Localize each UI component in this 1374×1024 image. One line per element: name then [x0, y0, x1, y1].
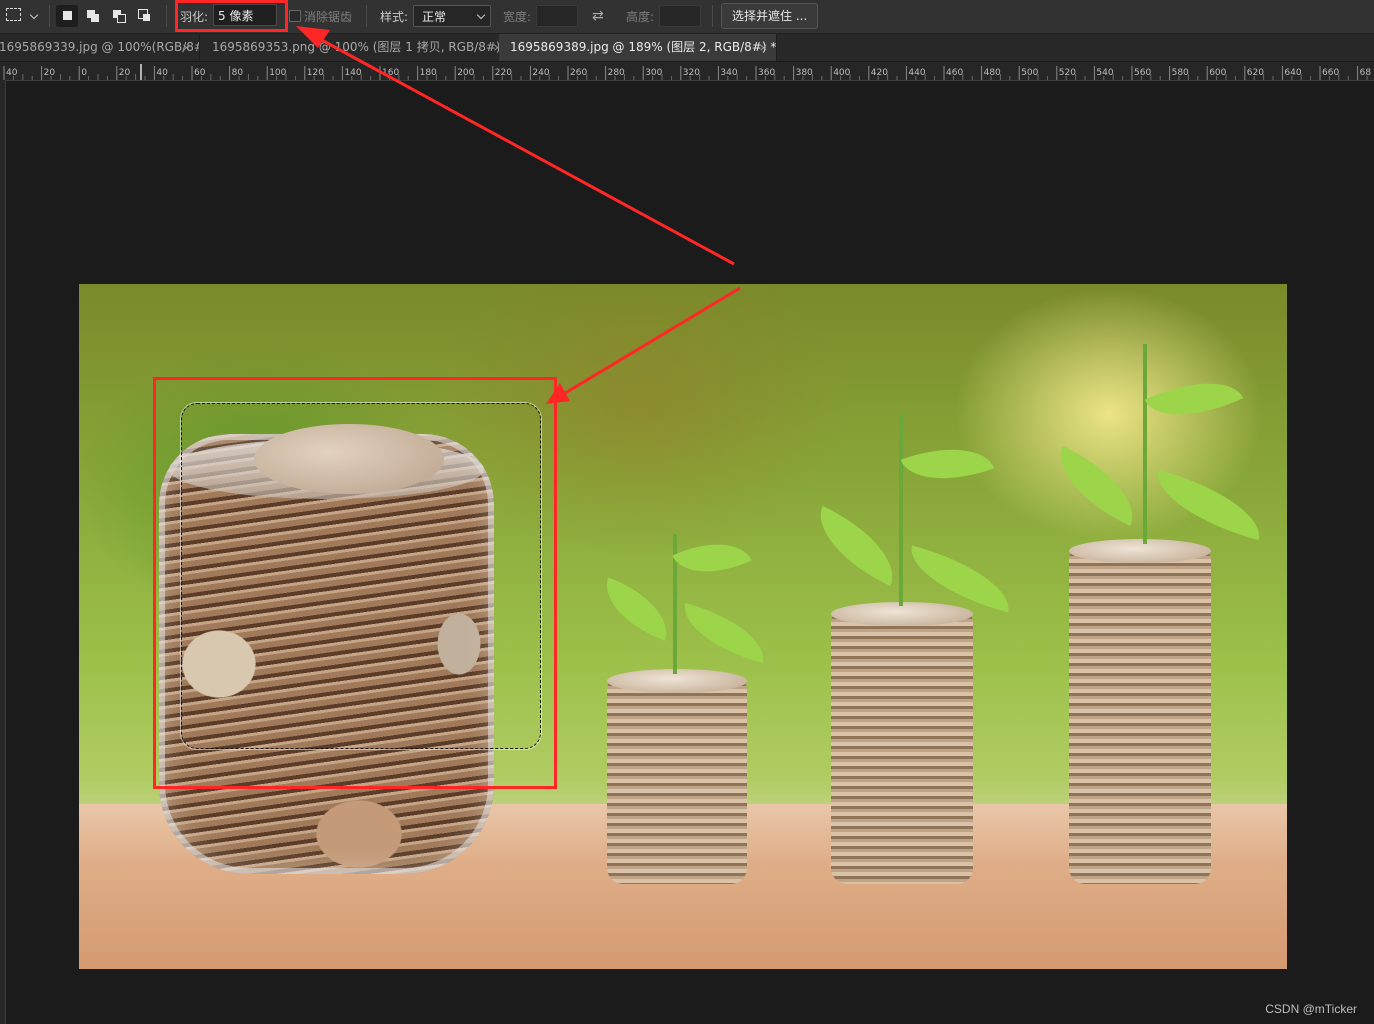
- tab-label: 1695869389.jpg @ 189% (图层 2, RGB/8#) *: [510, 40, 777, 54]
- watermark: CSDN @mTicker: [1265, 1002, 1357, 1016]
- ruler-label: 640: [1284, 68, 1301, 78]
- ruler-label: 320: [683, 68, 700, 78]
- ruler-label: 140: [344, 68, 361, 78]
- ruler-label: 460: [946, 68, 963, 78]
- ruler-label: 280: [608, 68, 625, 78]
- ruler-ticks: 40 20 0 20 40 60 80 100 120 140 160 180 200 220 240 260…: [3, 64, 1372, 80]
- plant-leaf: [1044, 445, 1149, 527]
- ruler-label: 20: [44, 68, 56, 78]
- ruler-label: 40: [156, 68, 168, 78]
- plant-stem: [899, 414, 903, 606]
- ruler-label: 400: [833, 68, 850, 78]
- ruler-label: 100: [269, 68, 286, 78]
- document-tabs: 1695869339.jpg @ 100%(RGB/8#) × 16958693…: [0, 34, 1374, 62]
- ruler-label: 68: [1360, 68, 1372, 78]
- select-and-mask-button[interactable]: 选择并遮住 ...: [721, 3, 819, 29]
- horizontal-ruler[interactable]: 40 20 0 20 40 60 80 100 120 140 160 180 200 220 240 260…: [0, 62, 1374, 81]
- ruler-label: 120: [307, 68, 324, 78]
- plant-leaf: [672, 525, 752, 591]
- new-selection-icon: [63, 11, 72, 20]
- ruler-label: 360: [758, 68, 775, 78]
- chevron-down-icon: [29, 10, 39, 20]
- coin-stack-tall: [1069, 549, 1211, 884]
- height-input[interactable]: [659, 5, 701, 27]
- ruler-label: 0: [81, 68, 87, 78]
- tab-label: 1695869353.png @ 100% (图层 1 拷贝, RGB/8#) …: [212, 40, 511, 54]
- ruler-label: 480: [984, 68, 1001, 78]
- ruler-label: 220: [495, 68, 512, 78]
- ruler-label: 520: [1059, 68, 1076, 78]
- ruler-label: 420: [871, 68, 888, 78]
- chevron-down-icon: [476, 10, 486, 20]
- ruler-label: 380: [796, 68, 813, 78]
- ruler-label: 160: [382, 68, 399, 78]
- swap-dimensions-icon[interactable]: ⇄: [592, 8, 604, 24]
- tab-document-3[interactable]: 1695869389.jpg @ 189% (图层 2, RGB/8#) * ×: [499, 34, 777, 61]
- antialias-checkbox[interactable]: [289, 10, 301, 22]
- width-input[interactable]: [536, 5, 578, 27]
- rectangular-marquee-icon: [6, 8, 21, 21]
- style-select-value: 正常: [422, 10, 447, 24]
- ruler-label: 500: [1021, 68, 1038, 78]
- tool-preset-picker[interactable]: [4, 6, 42, 26]
- ruler-label: 180: [420, 68, 437, 78]
- tab-document-1[interactable]: 1695869339.jpg @ 100%(RGB/8#) ×: [0, 34, 200, 61]
- ruler-label: 340: [720, 68, 737, 78]
- ruler-label: 60: [194, 68, 206, 78]
- coin-stack-top: [607, 669, 747, 693]
- ruler-label: 260: [570, 68, 587, 78]
- selection-highlight-box: [153, 377, 557, 789]
- coin-stack-top: [1069, 539, 1211, 563]
- ruler-label: 20: [119, 68, 131, 78]
- ruler-label: 620: [1247, 68, 1264, 78]
- width-label: 宽度:: [503, 10, 532, 24]
- plant-leaf: [1147, 469, 1270, 541]
- ruler-label: 200: [457, 68, 474, 78]
- add-to-selection-button[interactable]: [82, 5, 104, 27]
- subtract-from-selection-button[interactable]: [108, 5, 130, 27]
- ruler-label: 40: [6, 68, 18, 78]
- close-icon[interactable]: ×: [759, 34, 768, 61]
- ruler-label: 580: [1172, 68, 1189, 78]
- intersect-selection-button[interactable]: [134, 5, 156, 27]
- divider: [366, 5, 367, 27]
- divider: [49, 5, 50, 27]
- tab-label: 1695869339.jpg @ 100%(RGB/8#): [0, 40, 200, 54]
- plant-stem: [1143, 344, 1147, 544]
- ruler-label: 240: [532, 68, 549, 78]
- ruler-label: 540: [1096, 68, 1113, 78]
- ruler-label: 300: [645, 68, 662, 78]
- plant-leaf: [675, 603, 773, 663]
- style-label: 样式:: [380, 10, 409, 24]
- style-select[interactable]: 正常: [413, 5, 491, 27]
- plant-leaf: [1144, 361, 1244, 437]
- divider: [712, 5, 713, 27]
- ruler-label: 560: [1134, 68, 1151, 78]
- tab-document-2[interactable]: 1695869353.png @ 100% (图层 1 拷贝, RGB/8#) …: [201, 34, 511, 61]
- plant-leaf: [804, 505, 909, 587]
- ruler-label: 440: [908, 68, 925, 78]
- ruler-label: 80: [232, 68, 244, 78]
- feather-highlight-box: [175, 0, 288, 32]
- antialias-label: 消除锯齿: [304, 10, 353, 24]
- ruler-label: 660: [1322, 68, 1339, 78]
- divider: [166, 5, 167, 27]
- ruler-label: 600: [1209, 68, 1226, 78]
- coin-stack-small: [607, 679, 747, 884]
- close-icon[interactable]: ×: [182, 34, 191, 61]
- coin-stack-medium: [831, 612, 973, 884]
- plant-leaf: [594, 577, 679, 641]
- plant-leaf: [900, 430, 995, 498]
- new-selection-button[interactable]: [56, 5, 78, 27]
- height-label: 高度:: [626, 10, 655, 24]
